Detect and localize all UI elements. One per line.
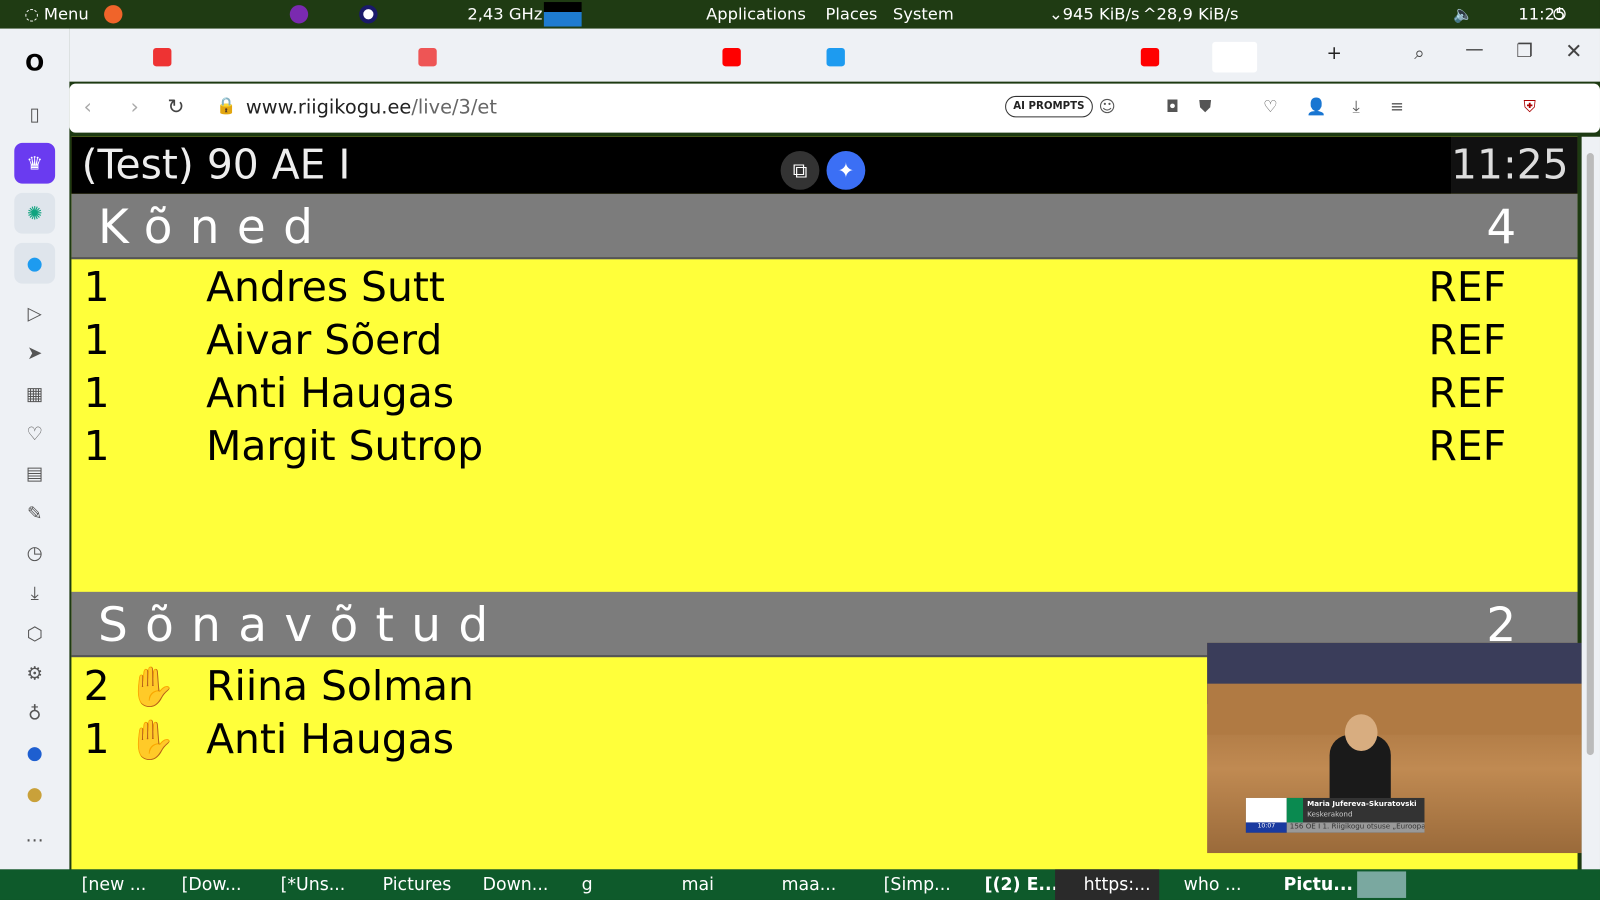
taskbar-item[interactable]: g [582,874,593,894]
taskbar-active-item[interactable] [1357,871,1407,898]
ublock-icon[interactable]: ⛨ [1520,97,1538,116]
twitter-icon[interactable]: ● [14,242,56,284]
opera-logo-icon[interactable]: O [14,43,55,84]
tab-favicon[interactable] [1140,47,1160,67]
speech-row: 1 Anti Haugas REF [83,370,1507,418]
chatgpt-icon[interactable]: ✺ [14,192,56,234]
apps-icon[interactable]: ▦ [14,373,55,414]
tab-favicon[interactable] [418,47,437,67]
tab-active[interactable] [1212,41,1258,73]
bookmarks-icon[interactable]: ▯ [14,94,55,135]
net-down: ⌄945 KiB/s [1048,4,1140,24]
taskbar: [new ... [Dow... [*Uns... Pictures Down.… [0,869,1600,900]
extension-icon[interactable]: ● [14,773,55,814]
aria-icon[interactable]: ♛ [14,142,56,184]
taskbar-item[interactable]: who ... [1184,874,1242,894]
power-icon[interactable]: ⏻ [1553,4,1566,24]
lock-icon: 🔒 [216,95,237,116]
opera-icon[interactable] [359,5,378,24]
url-input[interactable]: www.riigikogu.ee/live/3/et [246,96,497,118]
raised-hand-icon: ✋ [127,717,176,763]
settings-icon[interactable]: ⚙ [14,653,55,694]
news-icon[interactable]: ▤ [14,453,55,494]
speech-row: 1 Andres Sutt REF [83,264,1507,312]
taskbar-item[interactable]: [*Uns... [281,874,346,894]
net-up: ^28,9 KiB/s [1142,4,1239,24]
raised-hand-icon: ✋ [127,664,176,710]
speeches-header: Kõned 4 [71,193,1578,260]
taskbar-item[interactable]: https:... [1055,869,1159,900]
speeches-count: 4 [1486,198,1517,255]
applications-menu[interactable]: Applications [706,4,806,23]
emoji-icon[interactable]: ☺ [1098,97,1116,116]
ai-sparkle-button[interactable]: ✦ [826,151,866,190]
system-menu[interactable]: System [893,4,954,23]
snap-icon[interactable]: ◘ [1163,97,1181,116]
taskbar-item[interactable]: maa... [782,874,837,894]
maximize-button[interactable]: ❐ [1516,41,1532,62]
reload-button[interactable]: ↻ [167,94,184,118]
close-button[interactable]: ✕ [1565,39,1582,63]
profile-icon[interactable]: 👤 [1306,97,1326,116]
taskbar-item[interactable]: Down... [483,874,549,894]
taskbar-item[interactable]: [(2) E... [985,874,1059,894]
speech-row: 1 Aivar Sõerd REF [83,317,1507,365]
menu-button[interactable]: ◌ Menu [24,4,88,23]
taskbar-item[interactable]: Pictures [383,874,452,894]
search-tabs-icon[interactable]: ⌕ [1414,43,1424,64]
new-tab-button[interactable]: + [1327,43,1342,64]
bulb-icon[interactable]: ♁ [14,693,55,734]
edit-icon[interactable]: ✎ [14,493,55,534]
taskbar-item[interactable]: [Simp... [884,874,951,894]
heart-icon[interactable]: ♡ [14,413,55,454]
downloads-icon[interactable]: ⤓ [14,572,55,613]
more-icon[interactable]: ⋯ [14,819,55,860]
scrollbar[interactable] [1581,136,1600,870]
system-top-panel: ◌ Menu 2,43 GHz Applications Places Syst… [0,0,1600,29]
volume-icon[interactable]: 🔈 [1453,4,1473,23]
tab-favicon[interactable] [722,47,741,67]
taskbar-item[interactable]: [Dow... [182,874,242,894]
history-icon[interactable]: ◷ [14,533,55,574]
heart-icon[interactable]: ♡ [1261,97,1279,116]
firefox-icon[interactable] [104,5,123,24]
tor-icon[interactable] [289,5,309,24]
easy-setup-icon[interactable]: ≡ [1388,97,1406,116]
cpu-graph [543,2,582,27]
speaker-caption: 10:07 Maria Jufereva-Skuratovski Keskera… [1245,797,1425,833]
ai-prompts-button[interactable]: AI PROMPTS [1005,95,1093,118]
picture-in-picture-video[interactable]: 10:07 Maria Jufereva-Skuratovski Keskera… [1207,642,1582,854]
minimize-button[interactable]: — [1465,39,1483,60]
pip-button[interactable]: ⧉ [780,151,820,190]
places-menu[interactable]: Places [826,4,878,23]
forward-button[interactable]: › [131,94,139,118]
tab-favicon[interactable] [153,47,172,67]
address-bar: ‹ › ↻ 🔒 www.riigikogu.ee/live/3/et AI PR… [69,83,1600,133]
player-icon[interactable]: ▷ [14,293,55,334]
taskbar-item[interactable]: [new ... [82,874,147,894]
taskbar-item[interactable]: Pictu... [1284,874,1353,894]
cube-icon[interactable]: ⬡ [14,613,55,654]
back-button[interactable]: ‹ [84,94,92,118]
send-icon[interactable]: ➤ [14,333,55,374]
download-icon[interactable]: ⤓ [1347,97,1365,116]
shield-icon[interactable]: ⛊ [1196,97,1214,116]
speech-row: 1 Margit Sutrop REF [83,423,1507,471]
cpu-freq: 2,43 GHz [467,4,543,24]
taskbar-item[interactable]: mai [682,874,714,894]
page-title: (Test) 90 AE I [71,136,1452,194]
browser-sidebar: O ▯ ♛ ✺ ● ▷ ➤ ▦ ♡ ▤ ✎ ◷ ⤓ ⬡ ⚙ ♁ ● ● ⋯ [0,28,70,870]
tab-favicon[interactable] [826,47,845,67]
chat-icon[interactable]: ● [14,733,55,774]
board-clock: 11:25 [1451,136,1578,194]
